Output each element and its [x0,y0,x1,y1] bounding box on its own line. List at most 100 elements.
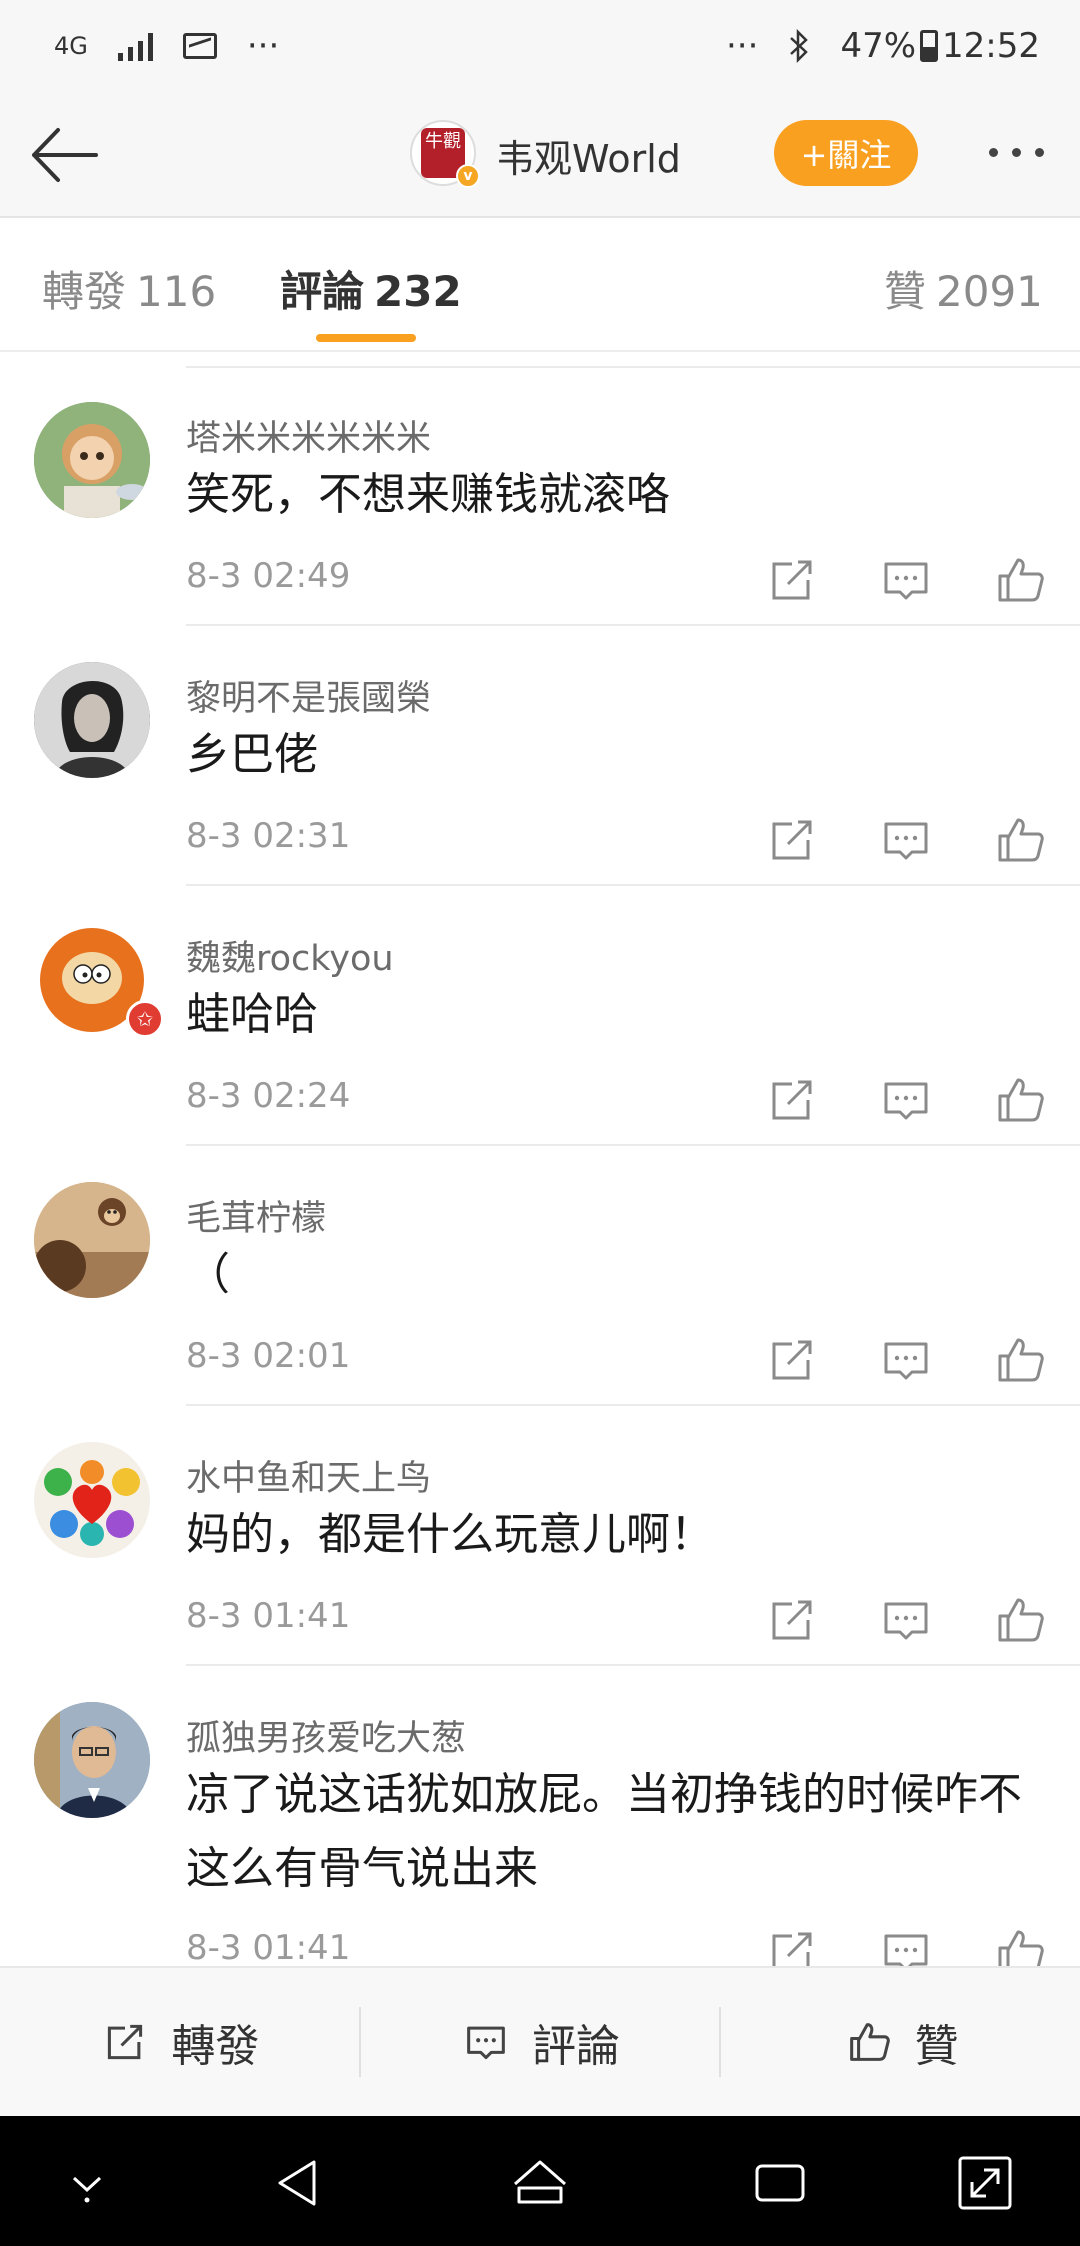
like-icon[interactable] [990,550,1050,610]
comment-actions [740,1070,1080,1130]
comment-item: 孤独男孩爱吃大葱 凉了说这话犹如放屁。当初挣钱的时候咋不这么有骨气说出来 8-3… [0,1666,1080,1966]
image-notification-icon [182,33,217,59]
comment-text: 蛙哈哈 [186,989,318,1040]
comment-time: 8-3 01:41 [186,1596,351,1636]
repost-button[interactable]: 轉發 [0,1968,359,2116]
comment-item: 水中鱼和天上鸟 妈的，都是什么玩意儿啊！ 8-3 01:41 [0,1406,1080,1666]
share-icon[interactable] [762,550,822,610]
tab-reposts-count: 116 [136,267,217,316]
signal-icon [117,31,153,61]
comment-actions [740,1590,1080,1650]
more-status-icon: ··· [726,26,759,66]
comment-actions [740,810,1080,870]
status-bar: 4G ··· ··· 47% 12:52 [0,0,1080,92]
comment-actions [740,1922,1080,1966]
reply-icon[interactable] [876,1070,936,1130]
network-4g-icon: 4G [54,32,88,60]
account-avatar[interactable]: 牛觀 v [410,120,480,188]
comment-time: 8-3 02:31 [186,816,351,856]
comment-button[interactable]: 評論 [361,1968,720,2116]
comment-item: 塔米米米米米米 笑死，不想来赚钱就滚咯 8-3 02:49 [0,366,1080,626]
tab-likes-label: 贊 [884,267,927,316]
monkey-avatar[interactable] [34,1182,150,1298]
commenter-name[interactable]: 水中鱼和天上鸟 [186,1450,431,1501]
tab-likes-count: 2091 [936,267,1043,316]
tab-comments-count: 232 [374,267,462,316]
reply-icon[interactable] [876,1590,936,1650]
comment-text: 凉了说这话犹如放屁。当初挣钱的时候咋不这么有骨气说出来 [186,1769,1022,1894]
more-notifications-icon: ··· [246,26,280,66]
reply-icon[interactable] [876,1330,936,1390]
recent-apps-icon[interactable] [745,2148,815,2218]
verified-badge-icon: v [456,164,480,188]
clock: 12:52 [942,26,1040,66]
hide-keyboard-icon[interactable] [52,2148,122,2218]
like-icon [849,2023,890,2061]
commenter-name[interactable]: 魏魏rockyou [186,930,394,981]
tab-comments-label: 評論 [280,267,365,316]
back-arrow-icon[interactable] [26,120,106,190]
battery-percent: 47% [840,26,917,66]
bottom-toolbar: 轉發 評論 贊 [0,1966,1080,2116]
active-tab-indicator [316,334,416,342]
comment-text: 妈的，都是什么玩意儿啊！ [186,1509,714,1560]
comment-time: 8-3 01:41 [186,1928,351,1966]
commenter-name[interactable]: 孤独男孩爱吃大葱 [186,1710,466,1761]
commenter-name[interactable]: 黎明不是張國榮 [186,670,431,721]
more-options-icon[interactable] [976,132,1056,172]
comment-text: 乡巴佬 [186,729,318,780]
expand-screen-icon[interactable] [950,2148,1020,2218]
home-nav-icon[interactable] [505,2148,575,2218]
reply-icon[interactable] [876,1922,936,1966]
like-icon[interactable] [990,1922,1050,1966]
commenter-name[interactable]: 毛茸柠檬 [186,1190,326,1241]
cartoon-avatar[interactable]: ✩ [34,922,164,1038]
comment-actions [740,550,1080,610]
like-icon[interactable] [990,1590,1050,1650]
share-icon[interactable] [762,1922,822,1966]
repost-label: 轉發 [171,2021,260,2072]
battery-icon [920,30,939,62]
share-icon[interactable] [762,810,822,870]
tab-reposts-label: 轉發 [42,267,127,316]
comment-text: 笑死，不想来赚钱就滚咯 [186,469,670,520]
share-icon [108,2024,143,2060]
reply-icon[interactable] [876,810,936,870]
like-icon[interactable] [990,1070,1050,1130]
comment-item: 毛茸柠檬 （ 8-3 02:01 [0,1146,1080,1406]
comment-label: 評論 [532,2021,620,2072]
star-badge-icon: ✩ [126,1000,164,1038]
tab-reposts[interactable]: 轉發 116 [42,258,216,319]
tab-bar: 轉發 116 評論 232 贊 2091 [0,218,1080,352]
bluetooth-icon [790,28,809,64]
back-nav-icon[interactable] [264,2148,334,2218]
comment-icon [467,2026,505,2060]
comment-actions [740,1330,1080,1390]
like-icon[interactable] [990,1330,1050,1390]
like-button[interactable]: 贊 [721,1968,1080,2116]
tab-likes[interactable]: 贊 2091 [884,258,1043,319]
top-nav: 牛觀 v 韦观World +關注 [0,92,1080,218]
share-icon[interactable] [762,1330,822,1390]
follow-button[interactable]: +關注 [774,120,918,186]
share-icon[interactable] [762,1070,822,1130]
like-icon[interactable] [990,810,1050,870]
comment-time: 8-3 02:24 [186,1076,351,1116]
commenter-name[interactable]: 塔米米米米米米 [186,410,431,461]
doll-avatar[interactable] [34,402,150,518]
share-icon[interactable] [762,1590,822,1650]
tab-comments[interactable]: 評論 232 [280,258,462,319]
comment-list[interactable]: 塔米米米米米米 笑死，不想来赚钱就滚咯 8-3 02:49 黎明不是張國榮 乡巴… [0,366,1080,1966]
system-nav-bar [0,2116,1080,2246]
man-avatar[interactable] [34,1702,150,1818]
portrait-avatar[interactable] [34,662,150,778]
comment-text: （ [186,1249,230,1300]
comment-time: 8-3 02:49 [186,556,351,596]
comment-item: 黎明不是張國榮 乡巴佬 8-3 02:31 [0,626,1080,886]
like-label: 贊 [914,2021,959,2072]
comment-item: ✩ 魏魏rockyou 蛙哈哈 8-3 02:24 [0,886,1080,1146]
comment-time: 8-3 02:01 [186,1336,351,1376]
reply-icon[interactable] [876,550,936,610]
hearts-avatar[interactable] [34,1442,150,1558]
account-name[interactable]: 韦观World [496,128,681,183]
